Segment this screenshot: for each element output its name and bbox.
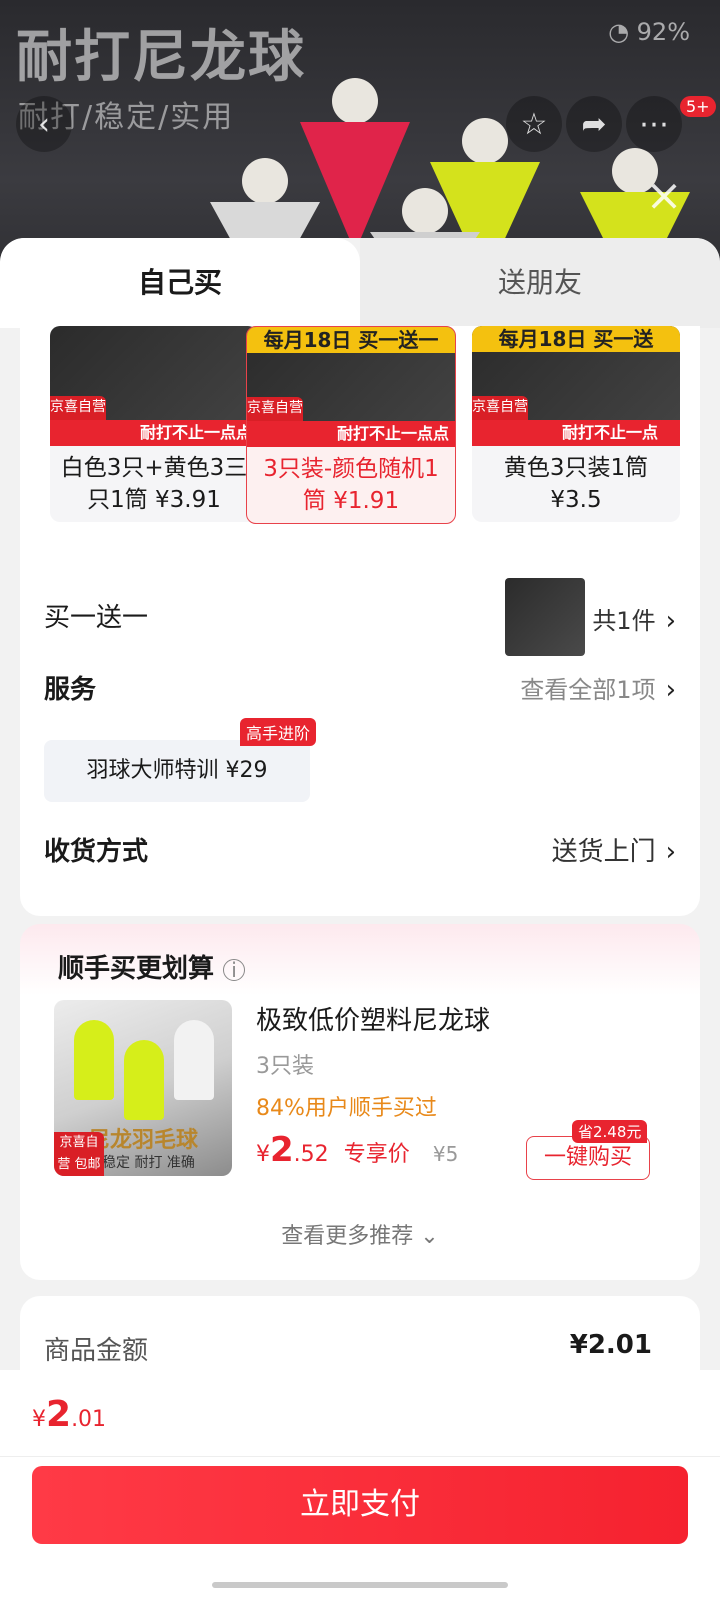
notification-badge: 5+ — [680, 96, 716, 117]
close-icon: × — [645, 170, 683, 221]
goods-amount-value: ¥2.01 — [569, 1330, 652, 1360]
service-chip-tag: 高手进阶 — [240, 718, 317, 746]
delivery-row[interactable]: 收货方式 送货上门 › — [44, 824, 676, 880]
pay-now-button[interactable]: 立即支付 — [32, 1466, 688, 1544]
close-sheet-button[interactable]: × — [640, 172, 688, 220]
addon-product-name[interactable]: 极致低价塑料尼龙球 — [256, 1000, 490, 1037]
home-indicator[interactable] — [212, 1582, 508, 1588]
hero-title: 耐打尼龙球 — [16, 25, 306, 90]
share-button[interactable]: ➦ — [566, 96, 622, 152]
share-icon: ➦ — [581, 106, 607, 142]
total-price: ¥2.01 — [32, 1394, 107, 1435]
order-options-card: 京喜自营 包邮 耐打不止一点点 白色3只+黄色3三只1筒 ¥3.91 每月18日… — [20, 326, 700, 916]
wifi-icon: ◔ — [608, 18, 630, 46]
chevron-down-icon: ⌄ — [420, 1224, 439, 1249]
chevron-right-icon: › — [665, 837, 676, 867]
promo-label: 买一送一 — [44, 603, 149, 633]
promo-count: 共1件 — [592, 607, 656, 635]
checkout-footer: ¥2.01 立即支付 — [0, 1370, 720, 1600]
more-icon: ⋯ — [639, 106, 669, 142]
variant-label: 3只装-颜色随机1筒 ¥1.91 — [263, 456, 439, 514]
chevron-right-icon: › — [665, 675, 676, 705]
variant-label: 黄色3只装1筒 ¥3.5 — [503, 455, 649, 513]
variant-label: 白色3只+黄色3三只1筒 ¥3.91 — [60, 455, 248, 513]
variant-option[interactable]: 每月18日 买一送 京喜自营 包邮 耐打不止一点 黄色3只装1筒 ¥3.5 — [472, 326, 680, 522]
favorite-button[interactable]: ☆ — [506, 96, 562, 152]
addon-price: ¥2.52 专享价 ¥5 — [256, 1130, 459, 1170]
addon-spec: 3只装 — [256, 1054, 314, 1079]
save-tag: 省2.48元 — [572, 1120, 648, 1143]
variant-banner: 每月18日 买一送一 — [247, 327, 455, 353]
addon-image-subtext: 稳定 耐打 准确 — [102, 1155, 195, 1171]
variant-option-selected[interactable]: 每月18日 买一送一 京喜自营 包邮 耐打不止一点点 3只装-颜色随机1筒 ¥1… — [246, 326, 456, 524]
tab-gift[interactable]: 送朋友 — [360, 238, 720, 328]
variant-strip: 耐打不止一点点 — [247, 421, 455, 447]
tab-self[interactable]: 自己买 — [0, 238, 360, 328]
divider — [0, 1456, 720, 1457]
more-button[interactable]: ⋯ — [626, 96, 682, 152]
battery-status: ◔ 92% — [608, 18, 690, 46]
addon-title: 顺手买更划算 — [58, 954, 215, 984]
addon-image-tag: 京喜自营 包邮 — [54, 1132, 104, 1176]
service-label: 服务 — [44, 675, 97, 705]
addon-original-price: ¥5 — [432, 1142, 459, 1166]
variant-option[interactable]: 京喜自营 包邮 耐打不止一点点 白色3只+黄色3三只1筒 ¥3.91 — [50, 326, 258, 522]
service-chip[interactable]: 羽球大师特训 ¥29 — [44, 740, 310, 802]
addon-recommend-card: 顺手买更划算 i 尼龙羽毛球 稳定 耐打 准确 京喜自营 包邮 极致低价塑料尼龙… — [20, 924, 700, 1280]
variant-strip: 耐打不止一点 — [472, 420, 680, 446]
star-icon: ☆ — [520, 106, 548, 142]
service-view-all: 查看全部1项 — [520, 676, 656, 704]
back-button[interactable]: ‹ — [16, 96, 72, 152]
more-recommend-link[interactable]: 查看更多推荐 ⌄ — [20, 1218, 700, 1250]
variant-banner: 每月18日 买一送 — [472, 326, 680, 352]
addon-social-proof: 84%用户顺手买过 — [256, 1096, 437, 1121]
info-icon[interactable]: i — [223, 959, 246, 981]
addon-product-image[interactable]: 尼龙羽毛球 稳定 耐打 准确 京喜自营 包邮 — [54, 1000, 232, 1176]
addon-price-tag: 专享价 — [343, 1142, 410, 1167]
delivery-label: 收货方式 — [44, 837, 149, 867]
variant-strip: 耐打不止一点点 — [50, 420, 258, 446]
service-row[interactable]: 服务 查看全部1项 › — [44, 662, 676, 718]
chevron-right-icon: › — [665, 606, 676, 636]
goods-amount-label: 商品金额 — [44, 1336, 149, 1366]
delivery-value: 送货上门 — [551, 837, 656, 867]
back-arrow-icon: ‹ — [38, 106, 50, 142]
promo-row[interactable]: 买一送一 共1件 › — [44, 578, 676, 656]
promo-thumbnail — [504, 578, 585, 656]
